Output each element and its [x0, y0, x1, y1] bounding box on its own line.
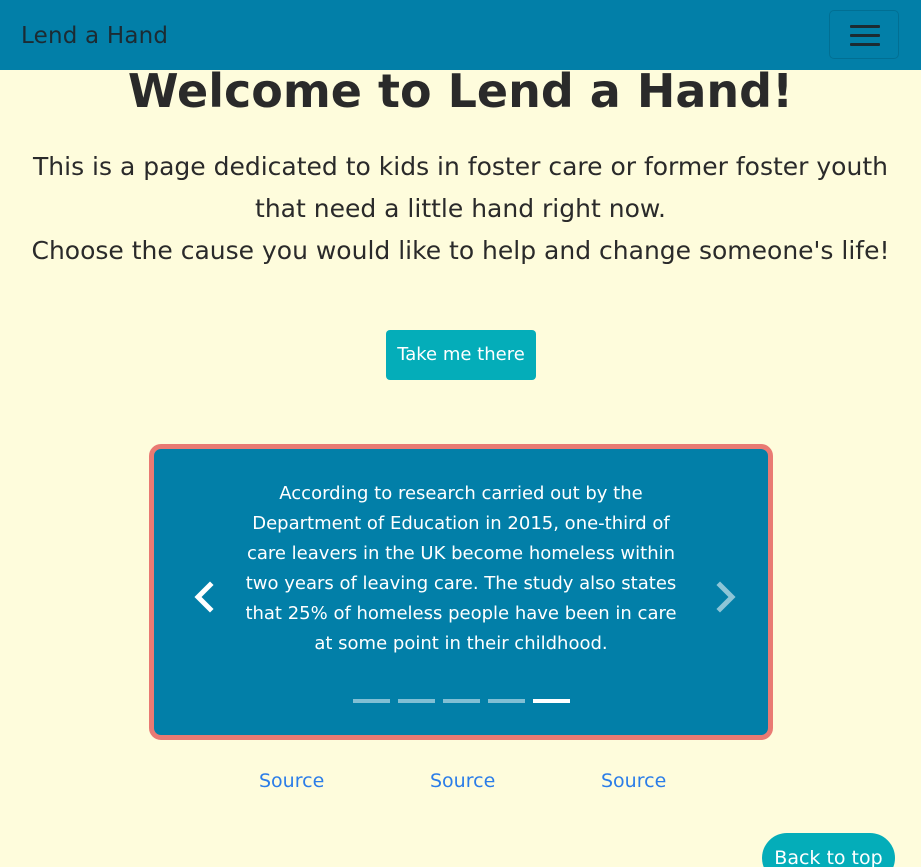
- carousel-indicators: [154, 699, 768, 703]
- carousel-indicator-4[interactable]: [487, 699, 525, 703]
- chevron-right-icon: [716, 581, 736, 613]
- carousel-indicator-2[interactable]: [397, 699, 435, 703]
- source-link-1[interactable]: Source: [259, 769, 324, 793]
- carousel-indicator-5[interactable]: [532, 699, 570, 703]
- intro-line-2: Choose the cause you would like to help …: [31, 236, 890, 265]
- page-title: Welcome to Lend a Hand!: [127, 64, 794, 118]
- take-me-there-button[interactable]: Take me there: [386, 330, 536, 380]
- facts-carousel: According to research carried out by the…: [149, 444, 773, 740]
- carousel-slide-text: According to research carried out by the…: [245, 483, 677, 654]
- navbar-toggler-button[interactable]: [829, 10, 899, 59]
- chevron-left-icon: [194, 581, 214, 613]
- carousel-prev-button[interactable]: [190, 577, 220, 617]
- carousel-indicator-1[interactable]: [352, 699, 390, 703]
- navbar-brand[interactable]: Lend a Hand: [21, 21, 168, 51]
- source-link-2[interactable]: Source: [430, 769, 495, 793]
- navbar: Lend a Hand: [0, 0, 921, 70]
- carousel-next-button[interactable]: [710, 577, 740, 617]
- intro-line-1: This is a page dedicated to kids in fost…: [33, 152, 888, 223]
- hamburger-icon-bar: [850, 34, 880, 37]
- hamburger-icon-bar: [850, 43, 880, 46]
- hamburger-icon: [850, 25, 880, 28]
- intro-text: This is a page dedicated to kids in fost…: [10, 146, 911, 272]
- source-link-3[interactable]: Source: [601, 769, 666, 793]
- carousel-indicator-3[interactable]: [442, 699, 480, 703]
- back-to-top-button[interactable]: Back to top: [762, 833, 895, 867]
